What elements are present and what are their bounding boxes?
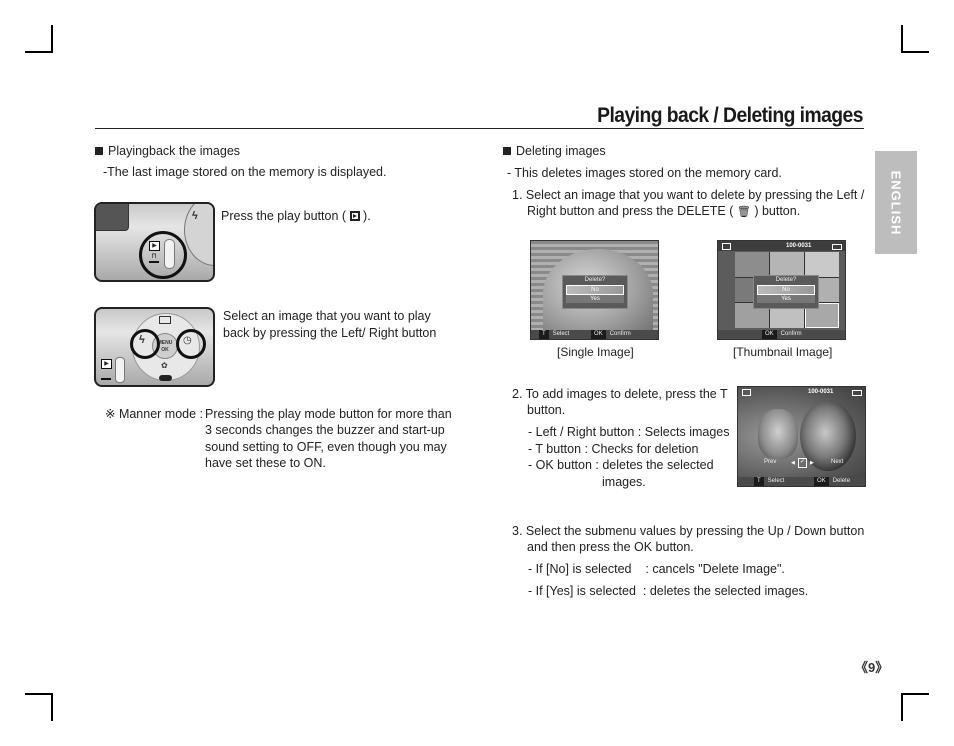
- print-icon: ⊓: [149, 253, 159, 263]
- next-arrow-icon: ▶: [810, 460, 814, 466]
- right-section-desc: - This deletes images stored on the memo…: [507, 166, 782, 180]
- macro-icon: ✿: [161, 361, 168, 370]
- play-button: [115, 357, 125, 383]
- battery-icon: [852, 390, 862, 396]
- thumbnail-image-screen: 100-0031 Delete? No Yes OK Confirm: [717, 240, 846, 340]
- play-button: [164, 239, 175, 269]
- page-title: Playing back / Deleting images: [597, 104, 863, 127]
- play-mode-icon: ▶: [149, 241, 160, 251]
- delete-step3-line1: 3. Select the submenu values by pressing…: [512, 524, 865, 538]
- play-mode-icon: [722, 243, 731, 250]
- delete-step1-line2: Right button and press the DELETE ( 🗑 ) …: [527, 204, 801, 218]
- title-rule: [95, 128, 864, 129]
- dialog-option-no[interactable]: No: [757, 285, 815, 295]
- delete-step2-item-3: - OK button : deletes the selected: [528, 458, 714, 472]
- delete-step2-line2: button.: [527, 403, 566, 417]
- prev-label: Prev: [764, 459, 777, 465]
- left-step2-line1: Select an image that you want to play: [223, 309, 431, 323]
- print-icon: [101, 371, 111, 380]
- left-step1-text: Press the play button ( ).: [221, 209, 371, 223]
- crop-mark-bl-h: [25, 693, 53, 695]
- camera-dpad-illustration: MENU OK ϟ ◷ ✿ ▶: [94, 307, 215, 387]
- left-section-desc: -The last image stored on the memory is …: [103, 165, 387, 179]
- crop-mark-bl-v: [51, 693, 53, 721]
- play-mode-icon: ▶: [101, 359, 112, 369]
- single-image-screen: Delete? No Yes T Select OK Confirm: [530, 240, 659, 340]
- crop-mark-tr-h: [901, 51, 929, 53]
- delete-step1-line1: 1. Select an image that you want to dele…: [512, 188, 865, 202]
- delete-step2-line1: 2. To add images to delete, press the T: [512, 387, 728, 401]
- page-number: 《9》: [855, 660, 889, 675]
- left-button-circle: [130, 329, 160, 359]
- dialog-option-yes[interactable]: Yes: [566, 295, 624, 303]
- camera-lcd-corner: [96, 204, 129, 231]
- dialog-option-yes[interactable]: Yes: [757, 295, 815, 303]
- next-label: Next: [831, 459, 844, 465]
- flash-icon: ϟ: [192, 210, 198, 222]
- delete-step3-item-1: - If [No] is selected : cancels "Delete …: [528, 562, 785, 576]
- crop-mark-tr-v: [901, 25, 903, 53]
- play-icon: [349, 211, 360, 221]
- camera-play-button-illustration: ϟ ▶ ⊓: [94, 202, 215, 282]
- language-tab: ENGLISH: [875, 151, 917, 254]
- left-section-heading: Playingback the images: [95, 143, 240, 159]
- manner-mode-line-3: sound setting to OFF, even though you ma…: [205, 440, 447, 454]
- play-mode-icon: [742, 389, 751, 396]
- photo-man: [758, 409, 798, 459]
- check-icon: ✓: [798, 458, 807, 468]
- battery-icon: [832, 244, 842, 250]
- delete-step2-item-3-cont: images.: [602, 475, 646, 489]
- file-number: 100-0031: [808, 389, 834, 395]
- delete-dialog: Delete? No Yes: [753, 275, 819, 309]
- single-image-caption: [Single Image]: [557, 345, 634, 359]
- crop-mark-br-v: [901, 693, 903, 721]
- left-step2-line2: back by pressing the Left/ Right button: [223, 326, 437, 340]
- camera-dial-edge: [184, 204, 213, 266]
- thumbnail-image-caption: [Thumbnail Image]: [733, 345, 833, 359]
- manner-mode-line-1: Pressing the play mode button for more t…: [205, 407, 452, 421]
- screen-key-bar: T Select OK Delete: [738, 477, 865, 486]
- file-number: 100-0031: [786, 243, 812, 249]
- right-heading-text: Deleting images: [516, 144, 606, 158]
- flash-icon: ϟ: [139, 334, 145, 346]
- crop-mark-tl-h: [25, 51, 53, 53]
- timer-icon: ◷: [183, 335, 192, 346]
- left-heading-text: Playingback the images: [108, 144, 241, 158]
- manner-mode-line-4: have set these to ON.: [205, 456, 326, 470]
- square-bullet-icon: [95, 147, 103, 155]
- language-label: ENGLISH: [888, 170, 904, 235]
- delete-dialog: Delete? No Yes: [562, 275, 628, 309]
- multi-select-screen: 100-0031 Prev ◀ ✓ ▶ Next T Select OK Delet…: [737, 386, 866, 487]
- square-bullet-icon: [503, 147, 511, 155]
- right-section-heading: Deleting images: [503, 143, 606, 159]
- display-icon: [159, 316, 171, 324]
- crop-mark-tl-v: [51, 25, 53, 53]
- prev-arrow-icon: ◀: [791, 460, 795, 466]
- top-status-bar: 100-0031: [738, 387, 865, 397]
- play-pause-icon: [159, 375, 172, 381]
- manner-mode-label: ※ Manner mode :: [105, 407, 204, 421]
- delete-step3-item-2: - If [Yes] is selected : deletes the sel…: [528, 584, 809, 598]
- highlight-circle: [139, 231, 187, 279]
- manner-mode-line-2: 3 seconds changes the buzzer and start-u…: [205, 423, 445, 437]
- delete-step3-line2: and then press the OK button.: [527, 540, 694, 554]
- dialog-option-no[interactable]: No: [566, 285, 624, 295]
- screen-key-bar: OK Confirm: [718, 330, 845, 339]
- screen-key-bar: T Select OK Confirm: [531, 330, 658, 339]
- top-status-bar: 100-0031: [718, 241, 845, 251]
- crop-mark-br-h: [901, 693, 929, 695]
- delete-step2-item-2: - T button : Checks for deletion: [528, 442, 699, 456]
- trash-icon: 🗑: [736, 206, 751, 218]
- photo-woman: [800, 401, 856, 471]
- delete-step2-item-1: - Left / Right button : Selects images: [528, 425, 730, 439]
